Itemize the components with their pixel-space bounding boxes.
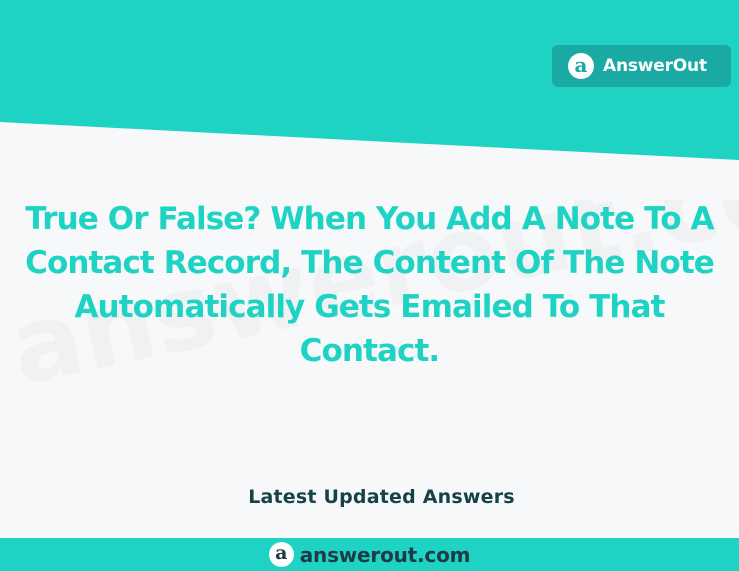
question-line: Contact. (299, 333, 441, 369)
question-line: True Or False? When You Add A Note To A (25, 201, 714, 237)
question-title: True Or False? When You Add A Note To A … (0, 197, 739, 373)
brand-name: AnswerOut (603, 56, 707, 76)
answerout-logo-icon: a (568, 53, 594, 79)
question-line: Contact Record, The Content Of The Note (25, 245, 715, 281)
brand-badge[interactable]: a AnswerOut (552, 45, 731, 87)
latest-updated-answers-label: Latest Updated Answers (248, 486, 515, 508)
footer-bar: a answerout.com (0, 538, 739, 571)
footer-logo-icon: a (268, 542, 294, 567)
footer-site-link[interactable]: answerout.com (300, 543, 471, 567)
question-line: Automatically Gets Emailed To That (74, 289, 665, 325)
